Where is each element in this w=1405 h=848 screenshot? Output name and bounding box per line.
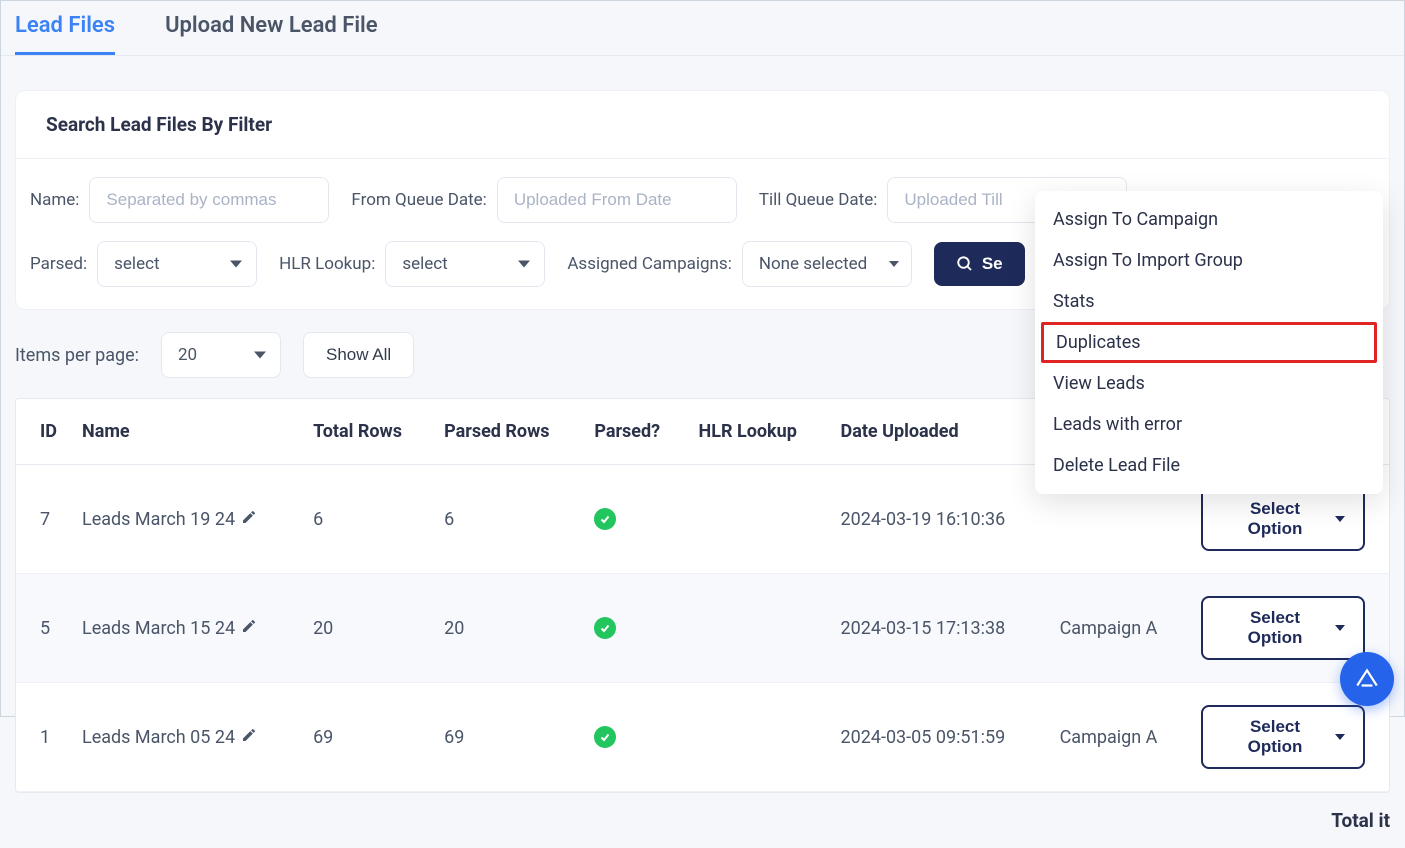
from-date-input[interactable]: [497, 177, 737, 223]
tab-lead-files[interactable]: Lead Files: [15, 13, 115, 55]
filter-card-title: Search Lead Files By Filter: [16, 91, 1389, 159]
dropdown-item-view-leads[interactable]: View Leads: [1035, 363, 1383, 404]
edit-icon[interactable]: [241, 727, 257, 748]
cell-id: 1: [16, 683, 70, 792]
cell-hlr: [687, 465, 829, 574]
cell-date: 2024-03-05 09:51:59: [829, 683, 1048, 792]
table-row: 5 Leads March 15 24 20 20 2024-03-15 17:…: [16, 574, 1389, 683]
hlr-value: select: [402, 254, 447, 274]
select-option-button[interactable]: Select Option: [1201, 487, 1365, 551]
search-icon: [956, 255, 974, 273]
cell-parsed: [582, 574, 686, 683]
cell-parsed: [582, 465, 686, 574]
select-option-button[interactable]: Select Option: [1201, 596, 1365, 660]
triangle-icon: [1354, 666, 1380, 692]
parsed-value: select: [114, 254, 159, 274]
cell-hlr: [687, 574, 829, 683]
col-total-rows: Total Rows: [301, 399, 432, 465]
tabs-bar: Lead Files Upload New Lead File: [1, 1, 1404, 56]
table-row: 1 Leads March 05 24 69 69 2024-03-05 09:…: [16, 683, 1389, 792]
check-icon: [594, 508, 616, 530]
filter-name: Name:: [30, 177, 329, 223]
campaigns-select[interactable]: None selected: [742, 241, 912, 287]
col-hlr: HLR Lookup: [687, 399, 829, 465]
cell-date: 2024-03-15 17:13:38: [829, 574, 1048, 683]
cell-id: 7: [16, 465, 70, 574]
dropdown-item-delete-lead-file[interactable]: Delete Lead File: [1035, 445, 1383, 486]
search-button-label: Se: [982, 254, 1003, 274]
cell-parsed-rows: 6: [432, 465, 582, 574]
name-input[interactable]: [89, 177, 329, 223]
cell-parsed-rows: 20: [432, 574, 582, 683]
hlr-select[interactable]: select: [385, 241, 545, 287]
items-per-page-select[interactable]: 20: [161, 332, 281, 378]
col-date: Date Uploaded: [829, 399, 1048, 465]
check-icon: [594, 617, 616, 639]
cell-total: 6: [301, 465, 432, 574]
filter-from-date: From Queue Date:: [351, 177, 736, 223]
cell-id: 5: [16, 574, 70, 683]
cell-name: Leads March 19 24: [70, 465, 301, 574]
check-icon: [594, 726, 616, 748]
campaigns-label: Assigned Campaigns:: [567, 254, 732, 274]
select-option-button[interactable]: Select Option: [1201, 705, 1365, 769]
caret-down-icon: [1335, 734, 1345, 740]
dropdown-item-duplicates[interactable]: Duplicates: [1041, 322, 1377, 363]
tab-upload-new[interactable]: Upload New Lead File: [165, 13, 378, 55]
col-parsed: Parsed?: [582, 399, 686, 465]
till-date-label: Till Queue Date:: [759, 190, 878, 210]
parsed-select[interactable]: select: [97, 241, 257, 287]
row-action-dropdown: Assign To CampaignAssign To Import Group…: [1035, 191, 1383, 494]
search-button[interactable]: Se: [934, 242, 1025, 286]
dropdown-item-assign-to-import-group[interactable]: Assign To Import Group: [1035, 240, 1383, 281]
campaigns-value: None selected: [759, 254, 867, 274]
items-per-page-label: Items per page:: [15, 345, 139, 366]
chevron-down-icon: [230, 261, 242, 268]
total-items-label: Total it: [1, 793, 1404, 848]
edit-icon[interactable]: [241, 509, 257, 530]
show-all-button[interactable]: Show All: [303, 332, 414, 378]
filter-parsed: Parsed: select: [30, 241, 257, 287]
filter-campaigns: Assigned Campaigns: None selected: [567, 241, 912, 287]
col-parsed-rows: Parsed Rows: [432, 399, 582, 465]
cell-name: Leads March 15 24: [70, 574, 301, 683]
cell-name: Leads March 05 24: [70, 683, 301, 792]
caret-down-icon: [889, 261, 899, 267]
parsed-label: Parsed:: [30, 254, 87, 274]
name-label: Name:: [30, 190, 79, 210]
edit-icon[interactable]: [241, 618, 257, 639]
caret-down-icon: [1335, 625, 1345, 631]
from-date-label: From Queue Date:: [351, 190, 486, 210]
cell-total: 69: [301, 683, 432, 792]
cell-parsed: [582, 683, 686, 792]
caret-down-icon: [1335, 516, 1345, 522]
filter-hlr: HLR Lookup: select: [279, 241, 545, 287]
cell-total: 20: [301, 574, 432, 683]
dropdown-item-stats[interactable]: Stats: [1035, 281, 1383, 322]
cell-hlr: [687, 683, 829, 792]
hlr-label: HLR Lookup:: [279, 254, 375, 274]
items-per-page-value: 20: [178, 345, 197, 365]
col-name: Name: [70, 399, 301, 465]
cell-campaigns: Campaign A: [1048, 574, 1189, 683]
dropdown-item-assign-to-campaign[interactable]: Assign To Campaign: [1035, 199, 1383, 240]
chevron-down-icon: [254, 352, 266, 359]
cell-parsed-rows: 69: [432, 683, 582, 792]
help-fab[interactable]: [1340, 652, 1394, 706]
col-id: ID: [16, 399, 70, 465]
chevron-down-icon: [518, 261, 530, 268]
cell-date: 2024-03-19 16:10:36: [829, 465, 1048, 574]
dropdown-item-leads-with-error[interactable]: Leads with error: [1035, 404, 1383, 445]
cell-campaigns: Campaign A: [1048, 683, 1189, 792]
